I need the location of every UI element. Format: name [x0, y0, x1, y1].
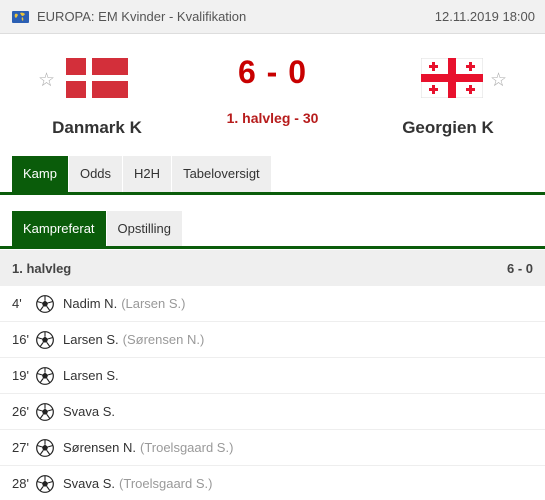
sub-tabs: Kampreferat Opstilling — [12, 211, 183, 246]
event-assist[interactable]: (Troelsgaard S.) — [140, 440, 233, 455]
event-player[interactable]: Nadim N. — [63, 296, 117, 311]
period-title: 1. halvleg — [12, 260, 72, 276]
tab-kamp[interactable]: Kamp — [12, 156, 68, 192]
tab-opstilling[interactable]: Opstilling — [106, 211, 183, 246]
match-date: 12.11.2019 18:00 — [434, 9, 535, 24]
list-item: 27' Sørensen N. (Troelsgaard S.) — [0, 430, 545, 466]
tabs-divider — [0, 192, 545, 195]
football-icon — [36, 366, 54, 385]
globe-icon — [12, 10, 29, 23]
event-minute: 28' — [12, 476, 29, 491]
football-icon — [36, 294, 54, 313]
football-icon — [36, 474, 54, 493]
list-item: 28' Svava S. (Troelsgaard S.) — [0, 466, 545, 500]
star-icon[interactable]: ☆ — [490, 71, 507, 90]
events-list: 4' Nadim N. (Larsen S.) 16' Larsen S. (S… — [0, 286, 545, 500]
event-player[interactable]: Svava S. — [63, 404, 115, 419]
list-item: 16' Larsen S. (Sørensen N.) — [0, 322, 545, 358]
event-minute: 27' — [12, 440, 29, 455]
event-minute: 19' — [12, 368, 29, 383]
event-minute: 26' — [12, 404, 29, 419]
event-player[interactable]: Larsen S. — [63, 332, 119, 347]
list-item: 19' Larsen S. — [0, 358, 545, 394]
list-item: 4' Nadim N. (Larsen S.) — [0, 286, 545, 322]
event-minute: 4' — [12, 296, 22, 311]
event-player[interactable]: Svava S. — [63, 476, 115, 491]
tab-kampreferat[interactable]: Kampreferat — [12, 211, 106, 246]
away-team-name[interactable]: Georgien K — [363, 118, 533, 138]
match-header: ☆ Danmark K 6 - 0 1. halvleg - 30 ☆ Geor… — [0, 34, 545, 154]
georgia-flag — [421, 58, 483, 98]
football-icon — [36, 402, 54, 421]
tab-odds[interactable]: Odds — [68, 156, 123, 192]
event-assist[interactable]: (Larsen S.) — [121, 296, 185, 311]
event-assist[interactable]: (Troelsgaard S.) — [119, 476, 212, 491]
tab-tabeloversigt[interactable]: Tabeloversigt — [172, 156, 271, 192]
event-player[interactable]: Sørensen N. — [63, 440, 136, 455]
event-minute: 16' — [12, 332, 29, 347]
period-header: 1. halvleg 6 - 0 — [0, 250, 545, 286]
list-item: 26' Svava S. — [0, 394, 545, 430]
league-name[interactable]: EUROPA: EM Kvinder - Kvalifikation — [37, 9, 435, 24]
period-score: 6 - 0 — [506, 260, 533, 276]
football-icon — [36, 330, 54, 349]
tab-h2h[interactable]: H2H — [123, 156, 172, 192]
event-assist[interactable]: (Sørensen N.) — [123, 332, 205, 347]
subtabs-divider — [0, 246, 545, 249]
football-icon — [36, 438, 54, 457]
main-tabs: Kamp Odds H2H Tabeloversigt — [12, 156, 272, 192]
event-player[interactable]: Larsen S. — [63, 368, 119, 383]
league-bar: EUROPA: EM Kvinder - Kvalifikation 12.11… — [0, 0, 545, 34]
